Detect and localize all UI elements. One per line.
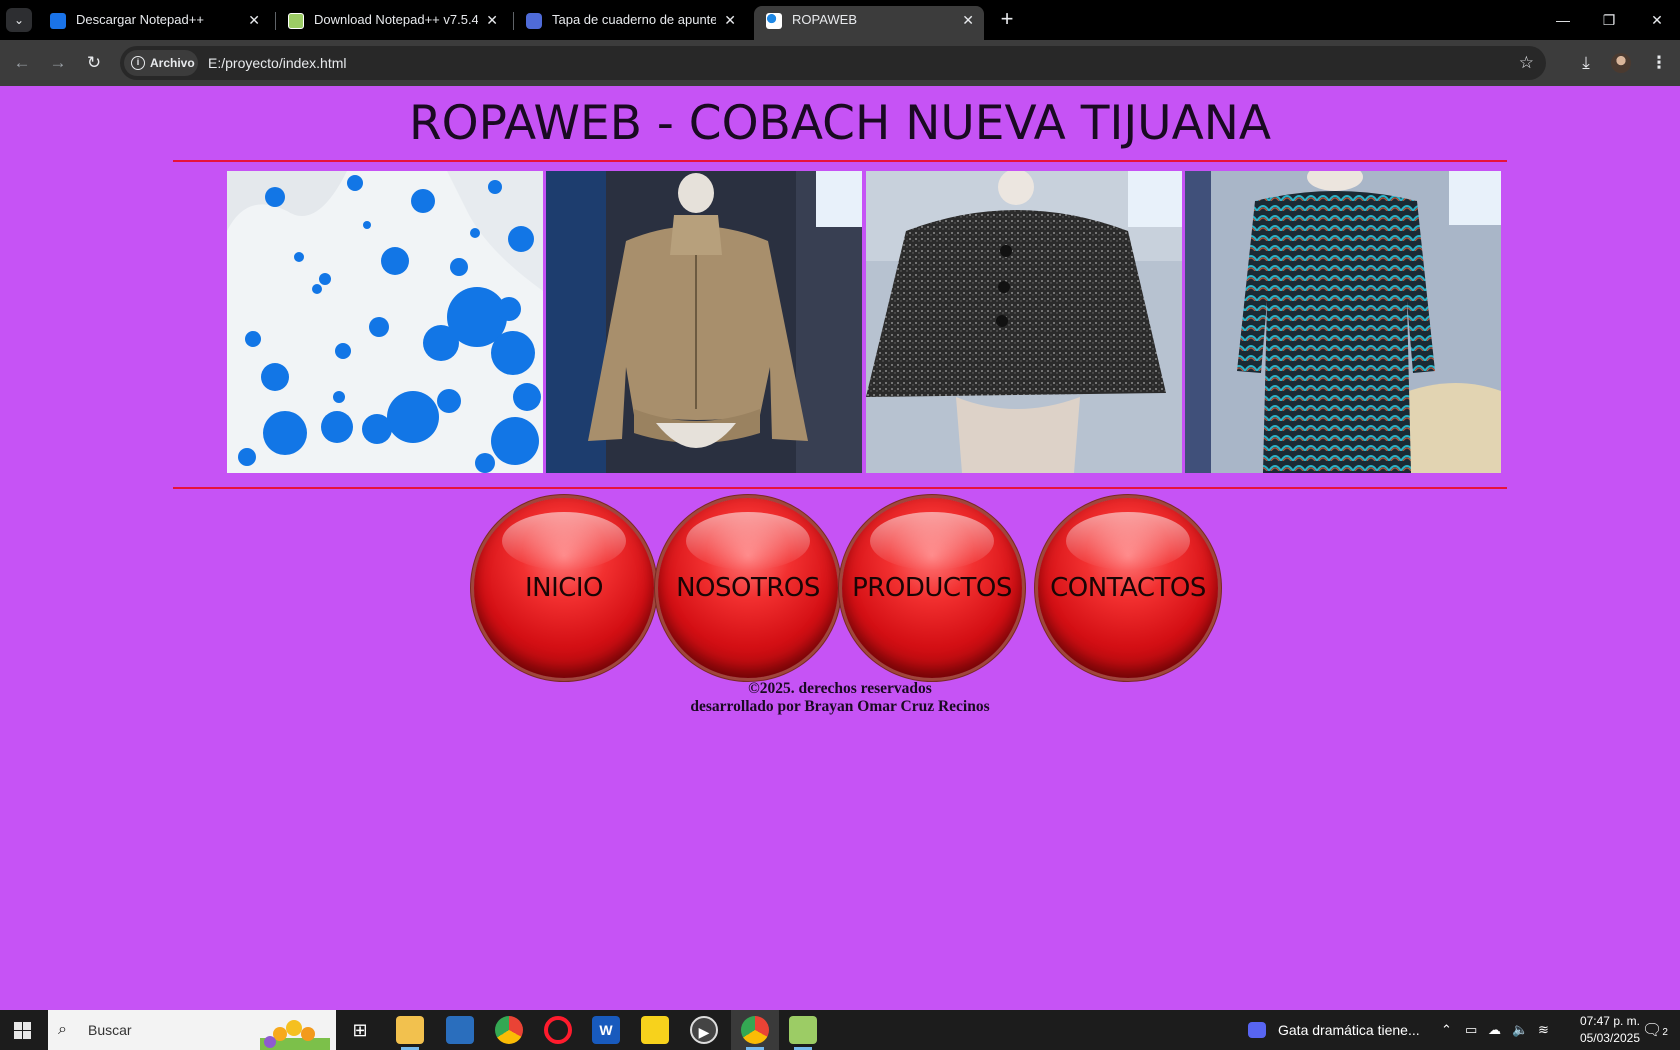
forward-icon[interactable]: → <box>44 49 72 77</box>
clock-date: 05/03/2025 <box>1579 1031 1640 1045</box>
black-speckled-cape-image <box>866 171 1182 473</box>
media-notification-text: Gata dramática tiene... <box>1278 1022 1420 1038</box>
windows-start-icon[interactable] <box>14 1022 31 1039</box>
close-tab-icon[interactable]: ✕ <box>486 6 498 34</box>
minimize-icon[interactable]: — <box>1540 0 1586 40</box>
search-placeholder: Buscar <box>88 1022 132 1038</box>
bottom-divider <box>173 487 1507 489</box>
system-clock[interactable]: 07:47 p. m. 05/03/2025 <box>1550 1013 1640 1047</box>
notification-count: 2 <box>1662 1027 1668 1038</box>
tab-title: Tapa de cuaderno de apuntes g <box>552 12 716 27</box>
close-tab-icon[interactable]: ✕ <box>724 6 736 34</box>
sequin-dress-image <box>1185 171 1501 473</box>
show-hidden-icons-icon[interactable]: ⌃ <box>1441 1010 1452 1050</box>
beige-jacket-image <box>546 171 862 473</box>
clock-time: 07:47 p. m. <box>1579 1014 1640 1028</box>
tab-download-notepad[interactable]: Download Notepad++ v7.5.4 re ✕ <box>276 6 508 40</box>
volume-icon[interactable]: 🔈 <box>1512 1010 1528 1050</box>
restore-icon[interactable]: ❐ <box>1586 0 1632 40</box>
tab-title: Descargar Notepad++ <box>76 12 204 27</box>
notepad-plus-plus-icon <box>288 13 304 29</box>
chrome-icon[interactable] <box>495 1016 523 1044</box>
nav-button-nosotros[interactable]: NOSOTROS <box>658 498 838 678</box>
copyright-text: ©2025. derechos reservados <box>748 680 932 697</box>
menu-dots-icon[interactable]: ⋮ <box>1645 49 1673 77</box>
nav-button-label: CONTACTOS <box>1050 573 1206 603</box>
profile-avatar[interactable] <box>1611 53 1631 73</box>
windows-taskbar: ⌕ Buscar ⊞ W ▶ Gata dramática tiene... ⌃… <box>0 1010 1680 1050</box>
chrome-profile-icon[interactable] <box>741 1016 769 1044</box>
browser-toolbar: ← → ↻ i Archivo E:/proyecto/index.html ☆… <box>0 40 1680 86</box>
notification-center-icon[interactable]: 🗨2 <box>1642 1020 1668 1040</box>
tab-search-chevron-icon[interactable]: ⌄ <box>6 8 32 32</box>
nav-button-inicio[interactable]: INICIO <box>474 498 654 678</box>
nav-button-label: PRODUCTOS <box>852 573 1012 603</box>
address-bar[interactable]: i Archivo E:/proyecto/index.html ☆ <box>120 46 1546 80</box>
meet-icon[interactable]: ▭ <box>1465 1010 1477 1050</box>
new-tab-button[interactable]: + <box>993 6 1021 34</box>
main-navigation: INICIO NOSOTROS PRODUCTOS CONTACTOS <box>474 498 1218 678</box>
nav-button-label: NOSOTROS <box>676 573 820 603</box>
white-tshirt-blue-splatter-image <box>227 171 543 473</box>
clothing-gallery <box>227 171 1501 473</box>
printer-icon <box>526 13 542 29</box>
tab-tapa-cuaderno[interactable]: Tapa de cuaderno de apuntes g ✕ <box>514 6 746 40</box>
taskbar-search-box[interactable]: ⌕ Buscar <box>48 1010 336 1050</box>
media-player-icon[interactable]: ▶ <box>690 1016 718 1044</box>
tab-descargar-notepad[interactable]: Descargar Notepad++ ✕ <box>38 6 270 40</box>
flowers-decoration-icon <box>260 1020 330 1050</box>
close-tab-icon[interactable]: ✕ <box>962 6 974 34</box>
tab-strip: ⌄ Descargar Notepad++ ✕ Download Notepad… <box>0 0 1680 40</box>
tab-title: Download Notepad++ v7.5.4 re <box>314 12 478 27</box>
security-chip-label: Archivo <box>150 56 195 70</box>
site-info-chip[interactable]: i Archivo <box>124 50 198 76</box>
notepad-plus-plus-icon[interactable] <box>789 1016 817 1044</box>
page-content: ROPAWEB - COBACH NUEVA TIJUANA INICIO NO… <box>0 86 1680 1010</box>
page-title: ROPAWEB - COBACH NUEVA TIJUANA <box>408 96 1272 151</box>
nav-button-contactos[interactable]: CONTACTOS <box>1038 498 1218 678</box>
reload-icon[interactable]: ↻ <box>80 49 108 77</box>
close-tab-icon[interactable]: ✕ <box>248 6 260 34</box>
url-text[interactable]: E:/proyecto/index.html <box>208 46 347 80</box>
back-icon[interactable]: ← <box>8 49 36 77</box>
sticky-notes-icon[interactable] <box>641 1016 669 1044</box>
info-icon: i <box>131 56 145 70</box>
author-credit: desarrollado por Brayan Omar Cruz Recino… <box>690 698 990 715</box>
tab-ropaweb[interactable]: ROPAWEB ✕ <box>754 6 984 40</box>
bookmark-star-icon[interactable]: ☆ <box>1519 46 1534 80</box>
google-drive-user-icon <box>50 13 66 29</box>
top-divider <box>173 160 1507 162</box>
wifi-icon[interactable]: ≋ <box>1538 1010 1549 1050</box>
download-icon[interactable]: ⤓ <box>1572 49 1600 77</box>
nav-button-label: INICIO <box>524 573 604 603</box>
microsoft-store-icon[interactable] <box>446 1016 474 1044</box>
close-window-icon[interactable]: ✕ <box>1634 0 1680 40</box>
onedrive-cloud-icon[interactable]: ☁ <box>1488 1010 1501 1050</box>
page-footer: ©2025. derechos reservados desarrollado … <box>0 680 1680 716</box>
paint-splatter-icon <box>766 13 782 29</box>
opera-icon[interactable] <box>544 1016 572 1044</box>
file-explorer-icon[interactable] <box>396 1016 424 1044</box>
word-icon[interactable]: W <box>592 1016 620 1044</box>
task-view-icon[interactable]: ⊞ <box>346 1016 374 1044</box>
tab-title: ROPAWEB <box>792 12 858 27</box>
media-notification[interactable]: Gata dramática tiene... <box>1248 1010 1420 1050</box>
discord-icon <box>1248 1022 1266 1038</box>
search-icon: ⌕ <box>58 1021 67 1038</box>
nav-button-productos[interactable]: PRODUCTOS <box>842 498 1022 678</box>
